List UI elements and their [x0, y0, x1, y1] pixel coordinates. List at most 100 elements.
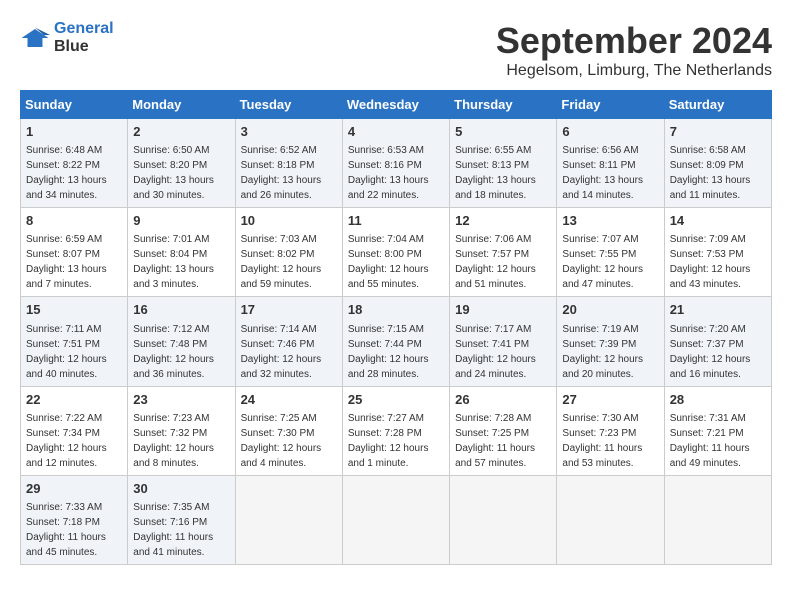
logo: General Blue	[20, 20, 114, 56]
day-number: 14	[670, 212, 766, 230]
day-number: 15	[26, 301, 122, 319]
calendar-table: SundayMondayTuesdayWednesdayThursdayFrid…	[20, 90, 772, 565]
calendar-cell: 19Sunrise: 7:17 AM Sunset: 7:41 PM Dayli…	[450, 297, 557, 386]
day-number: 5	[455, 123, 551, 141]
day-info: Sunrise: 7:31 AM Sunset: 7:21 PM Dayligh…	[670, 411, 766, 471]
day-number: 11	[348, 212, 444, 230]
day-info: Sunrise: 6:48 AM Sunset: 8:22 PM Dayligh…	[26, 143, 122, 203]
calendar-cell: 12 Sunrise: 7:06 AM Sunset: 7:57 PM Dayli…	[450, 208, 557, 297]
calendar-cell: 20Sunrise: 7:19 AM Sunset: 7:39 PM Dayli…	[557, 297, 664, 386]
day-info: Sunrise: 7:07 AM Sunset: 7:55 PM Dayligh…	[562, 232, 658, 292]
weekday-header: Monday	[128, 91, 235, 119]
day-number: 12	[455, 212, 551, 230]
weekday-header: Saturday	[664, 91, 771, 119]
calendar-header: SundayMondayTuesdayWednesdayThursdayFrid…	[21, 91, 772, 119]
location: Hegelsom, Limburg, The Netherlands	[496, 62, 772, 80]
calendar-cell: 15 Sunrise: 7:11 AM Sunset: 7:51 PM Dayli…	[21, 297, 128, 386]
day-number: 2	[133, 123, 229, 141]
day-info: Sunrise: 6:59 AM Sunset: 8:07 PM Dayligh…	[26, 232, 122, 292]
day-number: 23	[133, 391, 229, 409]
day-info: Sunrise: 7:33 AM Sunset: 7:18 PM Dayligh…	[26, 500, 122, 560]
calendar-cell: 13 Sunrise: 7:07 AM Sunset: 7:55 PM Dayli…	[557, 208, 664, 297]
day-number: 27	[562, 391, 658, 409]
calendar-body: 1 Sunrise: 6:48 AM Sunset: 8:22 PM Daylig…	[21, 119, 772, 565]
day-info: Sunrise: 7:15 AM Sunset: 7:44 PM Dayligh…	[348, 322, 444, 382]
calendar-cell: 26Sunrise: 7:28 AM Sunset: 7:25 PM Dayli…	[450, 386, 557, 475]
day-info: Sunrise: 6:56 AM Sunset: 8:11 PM Dayligh…	[562, 143, 658, 203]
weekday-header: Friday	[557, 91, 664, 119]
title-area: September 2024 Hegelsom, Limburg, The Ne…	[496, 20, 772, 80]
day-number: 19	[455, 301, 551, 319]
calendar-cell: 1 Sunrise: 6:48 AM Sunset: 8:22 PM Daylig…	[21, 119, 128, 208]
day-number: 20	[562, 301, 658, 319]
day-info: Sunrise: 7:06 AM Sunset: 7:57 PM Dayligh…	[455, 232, 551, 292]
logo-icon	[20, 23, 50, 53]
calendar-cell: 16Sunrise: 7:12 AM Sunset: 7:48 PM Dayli…	[128, 297, 235, 386]
day-number: 21	[670, 301, 766, 319]
day-number: 17	[241, 301, 337, 319]
day-info: Sunrise: 7:30 AM Sunset: 7:23 PM Dayligh…	[562, 411, 658, 471]
day-number: 8	[26, 212, 122, 230]
calendar-cell: 22Sunrise: 7:22 AM Sunset: 7:34 PM Dayli…	[21, 386, 128, 475]
calendar-week: 1 Sunrise: 6:48 AM Sunset: 8:22 PM Daylig…	[21, 119, 772, 208]
calendar-cell: 25Sunrise: 7:27 AM Sunset: 7:28 PM Dayli…	[342, 386, 449, 475]
day-info: Sunrise: 7:03 AM Sunset: 8:02 PM Dayligh…	[241, 232, 337, 292]
logo-text: General Blue	[54, 20, 114, 56]
day-number: 29	[26, 480, 122, 498]
day-info: Sunrise: 6:53 AM Sunset: 8:16 PM Dayligh…	[348, 143, 444, 203]
day-number: 7	[670, 123, 766, 141]
calendar-cell: 2 Sunrise: 6:50 AM Sunset: 8:20 PM Daylig…	[128, 119, 235, 208]
month-title: September 2024	[496, 20, 772, 62]
weekday-header: Thursday	[450, 91, 557, 119]
day-number: 26	[455, 391, 551, 409]
calendar-cell	[342, 475, 449, 564]
calendar-cell	[664, 475, 771, 564]
day-info: Sunrise: 7:04 AM Sunset: 8:00 PM Dayligh…	[348, 232, 444, 292]
day-info: Sunrise: 7:23 AM Sunset: 7:32 PM Dayligh…	[133, 411, 229, 471]
calendar-cell: 4 Sunrise: 6:53 AM Sunset: 8:16 PM Daylig…	[342, 119, 449, 208]
day-info: Sunrise: 7:09 AM Sunset: 7:53 PM Dayligh…	[670, 232, 766, 292]
calendar-cell: 21 Sunrise: 7:20 AM Sunset: 7:37 PM Dayli…	[664, 297, 771, 386]
calendar-cell	[557, 475, 664, 564]
calendar-cell: 9 Sunrise: 7:01 AM Sunset: 8:04 PM Daylig…	[128, 208, 235, 297]
day-info: Sunrise: 7:12 AM Sunset: 7:48 PM Dayligh…	[133, 322, 229, 382]
calendar-cell	[450, 475, 557, 564]
calendar-week: 29 Sunrise: 7:33 AM Sunset: 7:18 PM Dayli…	[21, 475, 772, 564]
day-info: Sunrise: 7:22 AM Sunset: 7:34 PM Dayligh…	[26, 411, 122, 471]
day-number: 13	[562, 212, 658, 230]
day-info: Sunrise: 7:01 AM Sunset: 8:04 PM Dayligh…	[133, 232, 229, 292]
calendar-week: 15 Sunrise: 7:11 AM Sunset: 7:51 PM Dayli…	[21, 297, 772, 386]
day-info: Sunrise: 7:25 AM Sunset: 7:30 PM Dayligh…	[241, 411, 337, 471]
calendar-cell: 6 Sunrise: 6:56 AM Sunset: 8:11 PM Daylig…	[557, 119, 664, 208]
day-number: 30	[133, 480, 229, 498]
day-info: Sunrise: 7:11 AM Sunset: 7:51 PM Dayligh…	[26, 322, 122, 382]
day-number: 1	[26, 123, 122, 141]
calendar-cell: 28 Sunrise: 7:31 AM Sunset: 7:21 PM Dayli…	[664, 386, 771, 475]
day-number: 9	[133, 212, 229, 230]
calendar-cell: 27 Sunrise: 7:30 AM Sunset: 7:23 PM Dayli…	[557, 386, 664, 475]
calendar-cell: 18Sunrise: 7:15 AM Sunset: 7:44 PM Dayli…	[342, 297, 449, 386]
calendar-cell: 11 Sunrise: 7:04 AM Sunset: 8:00 PM Dayli…	[342, 208, 449, 297]
day-info: Sunrise: 6:55 AM Sunset: 8:13 PM Dayligh…	[455, 143, 551, 203]
day-number: 4	[348, 123, 444, 141]
day-info: Sunrise: 7:27 AM Sunset: 7:28 PM Dayligh…	[348, 411, 444, 471]
calendar-week: 8 Sunrise: 6:59 AM Sunset: 8:07 PM Daylig…	[21, 208, 772, 297]
calendar-cell: 3Sunrise: 6:52 AM Sunset: 8:18 PM Daylig…	[235, 119, 342, 208]
day-number: 24	[241, 391, 337, 409]
day-info: Sunrise: 6:50 AM Sunset: 8:20 PM Dayligh…	[133, 143, 229, 203]
calendar-cell: 7 Sunrise: 6:58 AM Sunset: 8:09 PM Daylig…	[664, 119, 771, 208]
calendar-cell: 23 Sunrise: 7:23 AM Sunset: 7:32 PM Dayli…	[128, 386, 235, 475]
day-info: Sunrise: 7:20 AM Sunset: 7:37 PM Dayligh…	[670, 322, 766, 382]
calendar-cell: 30Sunrise: 7:35 AM Sunset: 7:16 PM Dayli…	[128, 475, 235, 564]
day-number: 6	[562, 123, 658, 141]
day-number: 28	[670, 391, 766, 409]
page-header: General Blue September 2024 Hegelsom, Li…	[20, 20, 772, 80]
calendar-cell: 29 Sunrise: 7:33 AM Sunset: 7:18 PM Dayli…	[21, 475, 128, 564]
day-info: Sunrise: 6:58 AM Sunset: 8:09 PM Dayligh…	[670, 143, 766, 203]
calendar-cell: 5 Sunrise: 6:55 AM Sunset: 8:13 PM Daylig…	[450, 119, 557, 208]
day-info: Sunrise: 7:14 AM Sunset: 7:46 PM Dayligh…	[241, 322, 337, 382]
calendar-week: 22Sunrise: 7:22 AM Sunset: 7:34 PM Dayli…	[21, 386, 772, 475]
weekday-header: Sunday	[21, 91, 128, 119]
day-info: Sunrise: 6:52 AM Sunset: 8:18 PM Dayligh…	[241, 143, 337, 203]
calendar-cell: 17 Sunrise: 7:14 AM Sunset: 7:46 PM Dayli…	[235, 297, 342, 386]
